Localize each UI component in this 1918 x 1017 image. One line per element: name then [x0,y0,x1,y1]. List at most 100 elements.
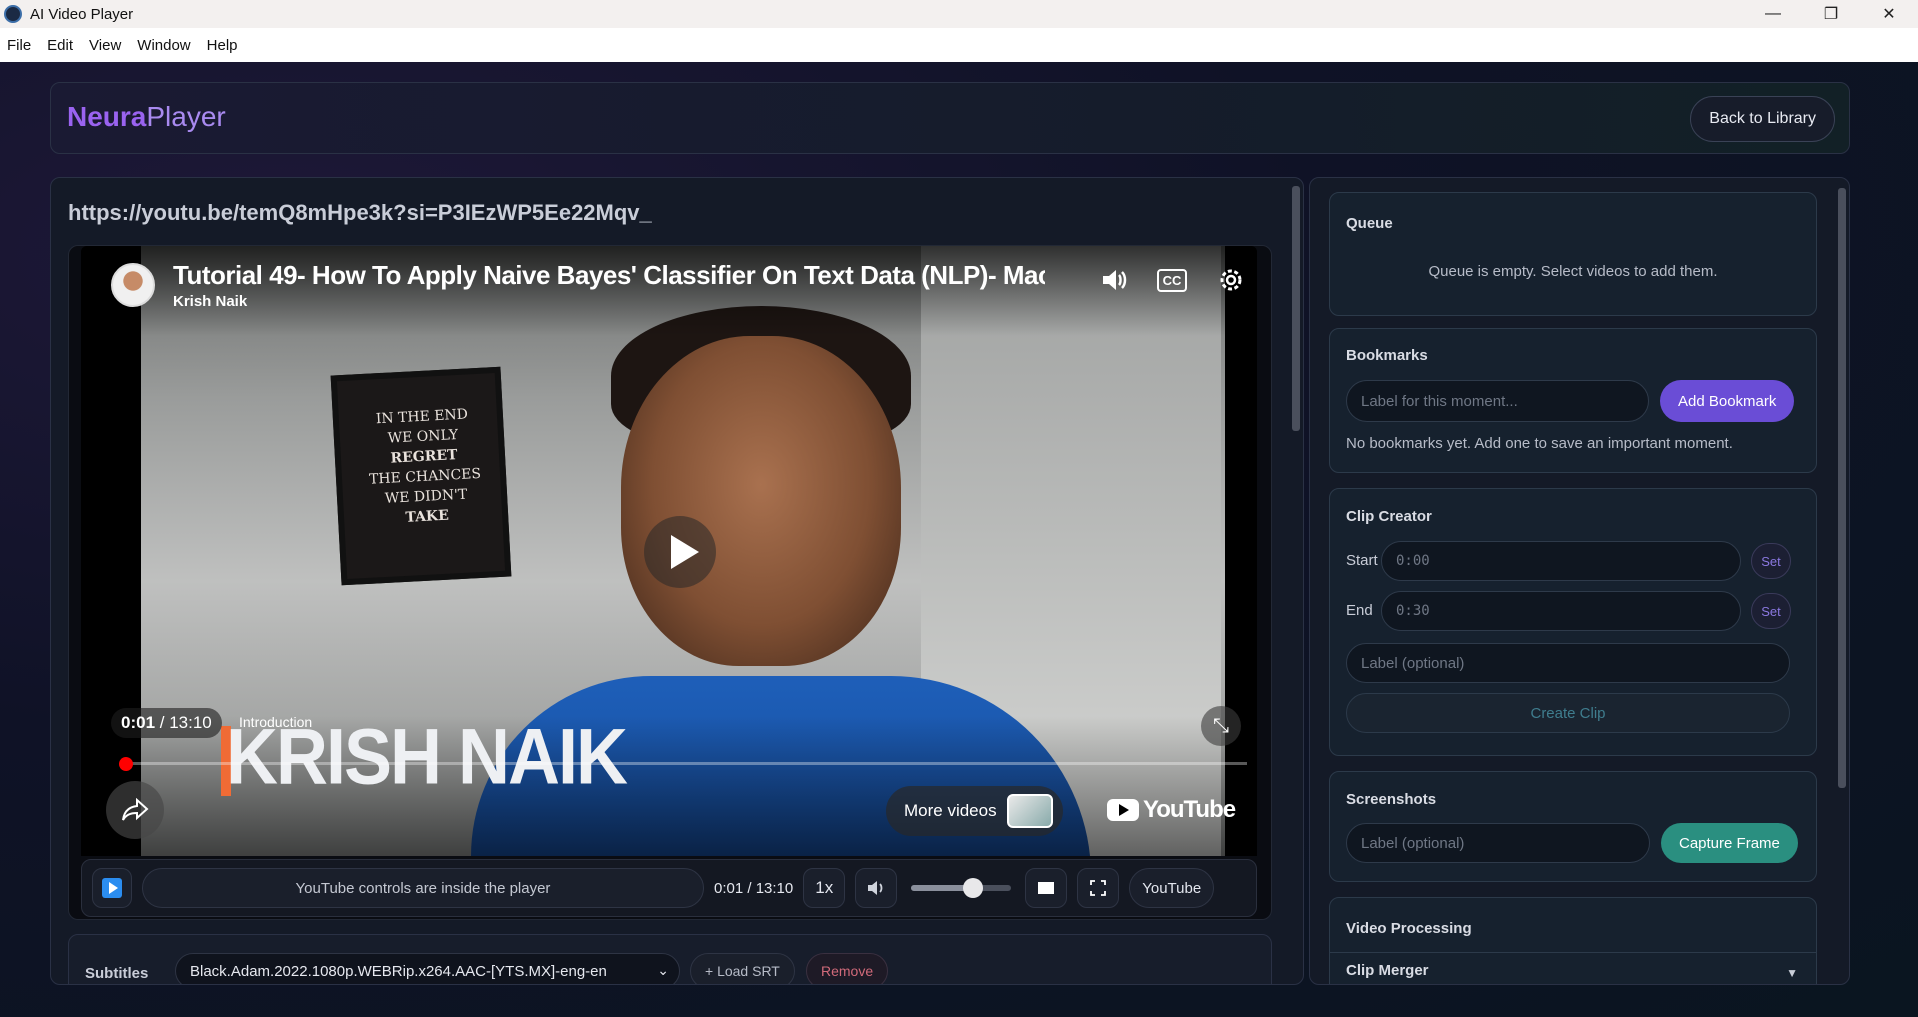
youtube-channel-name[interactable]: Krish Naik [173,293,247,310]
clip-start-input[interactable]: 0:00 [1381,541,1741,581]
presenter-face [621,336,901,666]
mute-button[interactable] [855,868,898,908]
total-time: 13:10 [169,713,212,732]
chevron-down-icon: ⌄ [657,962,669,978]
youtube-logo[interactable]: YouTube [1107,796,1236,824]
youtube-embed[interactable]: IN THE END WE ONLY REGRET THE CHANCES WE… [81,246,1257,856]
clip-creator-card: Clip Creator Start 0:00 Set End 0:30 Set… [1329,488,1817,756]
more-videos-label: More videos [904,801,997,820]
playback-speed-button[interactable]: 1x [803,868,846,908]
queue-title: Queue [1346,215,1393,232]
menu-help[interactable]: Help [199,37,246,54]
bookmarks-empty-message: No bookmarks yet. Add one to save an imp… [1346,435,1733,452]
set-end-button[interactable]: Set [1751,593,1791,629]
clip-label-input[interactable]: Label (optional) [1346,643,1790,683]
youtube-play-logo-icon [1107,799,1139,821]
big-play-button[interactable] [644,516,716,588]
poster-text: IN THE END WE ONLY REGRET THE CHANCES WE… [368,406,482,526]
volume-knob[interactable] [963,878,984,898]
remove-subtitles-button[interactable]: Remove [806,953,889,984]
video-processing-card: Video Processing Clip Merger ▼ [1329,897,1817,984]
add-bookmark-button[interactable]: Add Bookmark [1660,380,1795,422]
screenshots-card: Screenshots Label (optional) Capture Fra… [1329,771,1817,882]
time-separator: / [155,713,170,732]
subtitles-selected: Black.Adam.2022.1080p.WEBRip.x264.AAC-[Y… [190,962,607,980]
settings-gear-icon[interactable] [1213,262,1249,298]
more-videos-button[interactable]: More videos [886,786,1063,836]
chapter-title[interactable]: Introduction [239,714,312,730]
share-icon[interactable] [106,781,164,839]
progress-scrubber-handle[interactable] [119,757,133,771]
open-youtube-button[interactable]: YouTube [1129,868,1215,908]
set-start-button[interactable]: Set [1751,543,1791,579]
screenshots-title: Screenshots [1346,791,1437,808]
clip-end-label: End [1346,602,1373,619]
video-url: https://youtu.be/temQ8mHpe3k?si=P3IEzWP5… [68,200,652,225]
menu-window[interactable]: Window [129,37,198,54]
clip-creator-title: Clip Creator [1346,508,1432,525]
fullscreen-icon [1090,880,1107,896]
brand-logo: NeuraPlayer [67,101,226,133]
bookmark-label-input[interactable]: Label for this moment... [1346,380,1649,422]
window-controls: — ❐ ✕ [1744,0,1918,28]
more-videos-thumbnail [1006,794,1053,828]
mini-player-button[interactable] [1025,868,1068,908]
menu-file[interactable]: File [0,37,39,54]
queue-empty-message: Queue is empty. Select videos to add the… [1428,263,1718,280]
volume-slider[interactable] [911,878,1012,898]
player-panel: https://youtu.be/temQ8mHpe3k?si=P3IEzWP5… [50,177,1304,985]
youtube-video-title[interactable]: Tutorial 49- How To Apply Naive Bayes' C… [173,260,1045,291]
closed-captions-icon[interactable]: CC [1154,262,1190,298]
channel-avatar[interactable] [111,263,155,307]
current-time: 0:01 [121,713,156,732]
clip-start-label: Start [1346,552,1378,569]
capture-frame-button[interactable]: Capture Frame [1661,823,1798,863]
youtube-progress-bar[interactable] [125,762,1247,765]
player-panel-scrollbar[interactable] [1292,186,1300,978]
app-body: NeuraPlayer Back to Library https://yout… [0,62,1918,1017]
minimize-window-button[interactable]: — [1744,0,1802,28]
subtitles-label: Subtitles [85,965,149,982]
video-processing-title: Video Processing [1346,920,1472,937]
load-srt-button[interactable]: + Load SRT [690,953,795,984]
wall-poster: IN THE END WE ONLY REGRET THE CHANCES WE… [330,366,512,586]
mini-player-icon [1038,882,1055,894]
video-card: IN THE END WE ONLY REGRET THE CHANCES WE… [68,245,1272,920]
back-to-library-button[interactable]: Back to Library [1690,96,1835,142]
menu-view[interactable]: View [81,37,129,54]
bookmarks-title: Bookmarks [1346,347,1428,364]
play-icon [102,878,122,898]
subtitles-select[interactable]: Black.Adam.2022.1080p.WEBRip.x264.AAC-[Y… [175,953,680,984]
speaker-icon [868,881,883,895]
controls-note: YouTube controls are inside the player [142,868,704,908]
fullscreen-button[interactable] [1077,868,1120,908]
youtube-time-display: 0:01 / 13:10 [111,708,222,738]
scrollbar-thumb[interactable] [1292,186,1300,431]
window-titlebar: AI Video Player — ❐ ✕ [0,0,1918,28]
sidebar-scrollbar[interactable] [1838,188,1846,788]
menu-bar: File Edit View Window Help [0,28,1918,62]
create-clip-button[interactable]: Create Clip [1346,693,1790,733]
app-icon [4,5,22,23]
screenshot-label-input[interactable]: Label (optional) [1346,823,1650,863]
custom-controls-bar: YouTube controls are inside the player 0… [81,859,1257,917]
subtitles-panel: Subtitles Black.Adam.2022.1080p.WEBRip.x… [68,934,1272,984]
app-header: NeuraPlayer Back to Library [50,82,1850,154]
queue-card: Queue Queue is empty. Select videos to a… [1329,192,1817,316]
close-window-button[interactable]: ✕ [1860,0,1918,28]
brand-part-2: Player [146,101,226,132]
maximize-window-button[interactable]: ❐ [1802,0,1860,28]
expand-chevron-icon[interactable]: ▼ [1786,966,1798,980]
menu-edit[interactable]: Edit [39,37,81,54]
sidebar-panel: Queue Queue is empty. Select videos to a… [1309,177,1850,985]
clip-merger-section[interactable]: Clip Merger [1346,962,1429,979]
brand-part-1: Neura [67,101,147,132]
volume-icon[interactable] [1096,262,1132,298]
collapse-icon[interactable]: ⤡ [1201,706,1241,746]
window-title: AI Video Player [30,5,134,23]
controls-time: 0:01 / 13:10 [714,879,794,897]
play-pause-button[interactable] [92,868,132,908]
youtube-logo-text: YouTube [1143,796,1236,823]
clip-end-input[interactable]: 0:30 [1381,591,1741,631]
bookmarks-card: Bookmarks Label for this moment... Add B… [1329,328,1817,473]
